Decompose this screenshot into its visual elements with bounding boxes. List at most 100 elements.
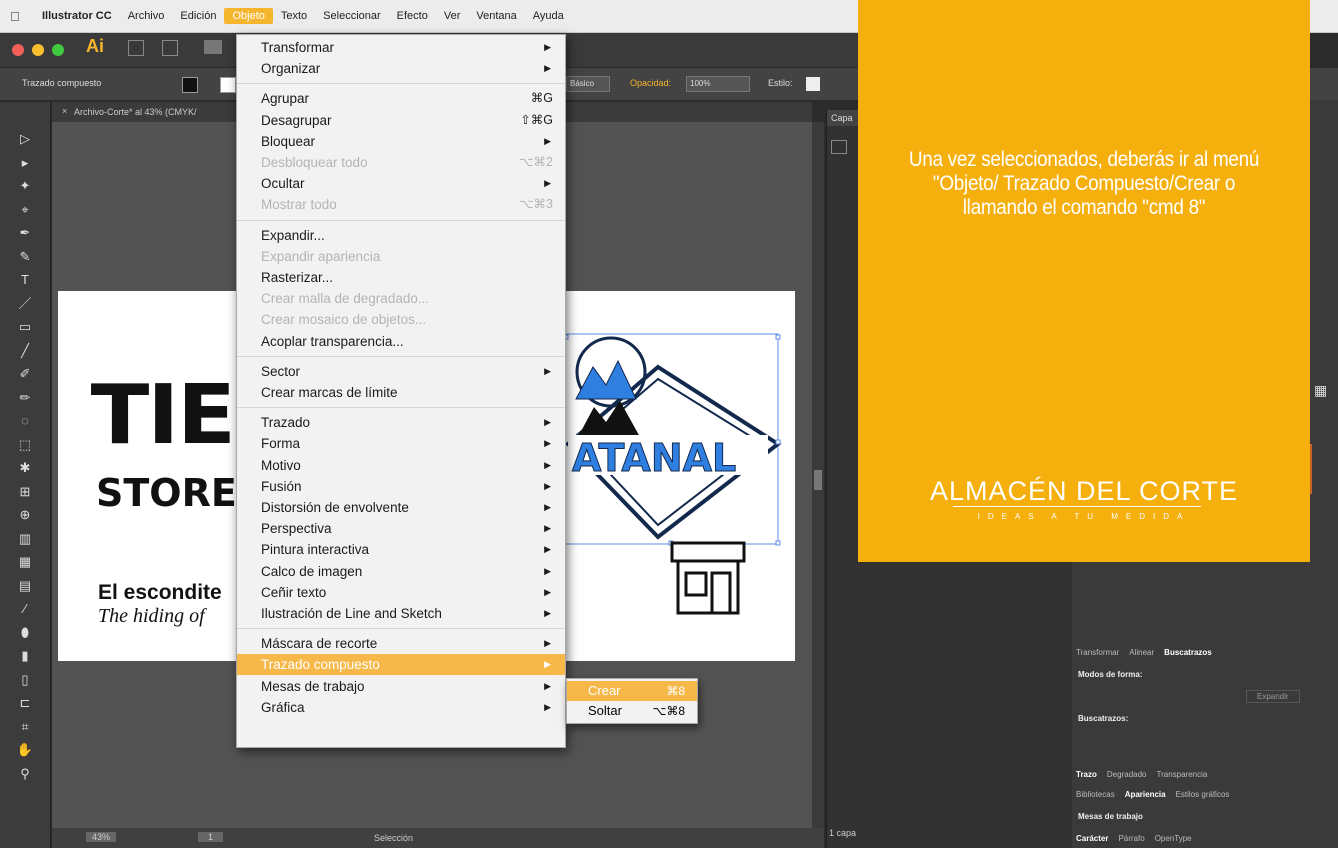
- menu-item-trazado[interactable]: Trazado ▶: [237, 412, 565, 433]
- tool-icon-16[interactable]: ⊕: [14, 506, 36, 524]
- menu-item-perspectiva[interactable]: Perspectiva ▶: [237, 518, 565, 539]
- submenu-item-crear[interactable]: Crear ⌘8: [567, 681, 697, 701]
- tool-icon-3[interactable]: ⌖: [14, 201, 36, 219]
- menubar-item-edición[interactable]: Edición: [172, 8, 224, 24]
- tool-icon-14[interactable]: ✱: [14, 459, 36, 477]
- tool-icon-2[interactable]: ✦: [14, 177, 36, 195]
- tool-icon-9[interactable]: ╱: [14, 342, 36, 360]
- menu-item-ocultar[interactable]: Ocultar ▶: [237, 173, 565, 194]
- panel-tab-transformar[interactable]: Transformar: [1076, 648, 1119, 657]
- menu-item-calco-de-imagen[interactable]: Calco de imagen ▶: [237, 561, 565, 582]
- menu-item-organizar[interactable]: Organizar ▶: [237, 58, 565, 79]
- menu-item-pintura-interactiva[interactable]: Pintura interactiva ▶: [237, 539, 565, 560]
- tool-icon-0[interactable]: ▷: [14, 130, 36, 148]
- menu-item-expandir[interactable]: Expandir...: [237, 225, 565, 246]
- panel-tab-opentype[interactable]: OpenType: [1155, 834, 1192, 843]
- menubar-item-illustrator-cc[interactable]: Illustrator CC: [34, 8, 120, 24]
- tool-icon-26[interactable]: ✋: [14, 741, 36, 759]
- artboards-panel-label[interactable]: Mesas de trabajo: [1078, 812, 1143, 821]
- tool-icon-18[interactable]: ▦: [14, 553, 36, 571]
- panel-tab-párrafo[interactable]: Párrafo: [1118, 834, 1144, 843]
- stock-icon[interactable]: [162, 40, 178, 56]
- menu-item-crear-marcas-de-límite[interactable]: Crear marcas de límite: [237, 382, 565, 403]
- minimize-window-icon[interactable]: [32, 44, 44, 56]
- style-preset-dropdown[interactable]: Básico: [566, 76, 610, 92]
- menubar-item-ventana[interactable]: Ventana: [468, 8, 524, 24]
- fill-swatch[interactable]: [182, 77, 198, 93]
- menubar-item-archivo[interactable]: Archivo: [120, 8, 173, 24]
- close-tab-icon[interactable]: ×: [62, 106, 67, 116]
- menu-item-acoplar-transparencia[interactable]: Acoplar transparencia...: [237, 331, 565, 352]
- menu-item-agrupar[interactable]: Agrupar ⌘G: [237, 88, 565, 109]
- menubar-item-seleccionar[interactable]: Seleccionar: [315, 8, 388, 24]
- opacity-input[interactable]: 100%: [686, 76, 750, 92]
- zoom-window-icon[interactable]: [52, 44, 64, 56]
- menu-item-motivo[interactable]: Motivo ▶: [237, 455, 565, 476]
- menu-item-mesas-de-trabajo[interactable]: Mesas de trabajo ▶: [237, 676, 565, 697]
- panel-tab-buscatrazos[interactable]: Buscatrazos: [1164, 648, 1212, 657]
- graphic-style-swatch[interactable]: [806, 77, 820, 91]
- tool-icon-17[interactable]: ▥: [14, 530, 36, 548]
- grid-view-icon[interactable]: ▦: [1314, 382, 1327, 399]
- menu-item-rasterizar[interactable]: Rasterizar...: [237, 267, 565, 288]
- menu-item-distorsión-de-envolvente[interactable]: Distorsión de envolvente ▶: [237, 497, 565, 518]
- panel-tab-transparencia[interactable]: Transparencia: [1157, 770, 1208, 779]
- menu-item-gráfica[interactable]: Gráfica ▶: [237, 697, 565, 718]
- menu-item-máscara-de-recorte[interactable]: Máscara de recorte ▶: [237, 633, 565, 654]
- tool-icon-13[interactable]: ⬚: [14, 436, 36, 454]
- arrange-documents-icon[interactable]: [204, 40, 222, 54]
- tool-icon-25[interactable]: ⌗: [14, 718, 36, 736]
- menubar-item-texto[interactable]: Texto: [273, 8, 315, 24]
- menu-item-sector[interactable]: Sector ▶: [237, 361, 565, 382]
- expand-button[interactable]: Expandir: [1246, 690, 1300, 703]
- bridge-icon[interactable]: [128, 40, 144, 56]
- document-tab[interactable]: Archivo-Corte* al 43% (CMYK/: [74, 107, 197, 117]
- tool-icon-8[interactable]: ▭: [14, 318, 36, 336]
- panel-tab-apariencia[interactable]: Apariencia: [1125, 790, 1166, 799]
- menu-item-ilustración-de-line-and-sketch[interactable]: Ilustración de Line and Sketch ▶: [237, 603, 565, 624]
- menu-item-trazado-compuesto[interactable]: Trazado compuesto ▶: [237, 654, 565, 676]
- menu-item-ceñir-texto[interactable]: Ceñir texto ▶: [237, 582, 565, 603]
- tool-icon-6[interactable]: T: [14, 271, 36, 289]
- menubar-item-ver[interactable]: Ver: [436, 8, 469, 24]
- tool-icon-15[interactable]: ⊞: [14, 483, 36, 501]
- tool-icon-7[interactable]: ／: [14, 295, 36, 313]
- menu-item-desagrupar[interactable]: Desagrupar ⇧⌘G: [237, 110, 565, 131]
- stroke-swatch[interactable]: [220, 77, 236, 93]
- tool-icon-27[interactable]: ⚲: [14, 765, 36, 783]
- menu-item-fusión[interactable]: Fusión ▶: [237, 476, 565, 497]
- artboard-number[interactable]: 1: [198, 832, 224, 842]
- tool-icon-4[interactable]: ✒: [14, 224, 36, 242]
- menu-item-transformar[interactable]: Transformar ▶: [237, 37, 565, 58]
- menu-item-forma[interactable]: Forma ▶: [237, 433, 565, 454]
- tool-icon-11[interactable]: ✏: [14, 389, 36, 407]
- tool-icon-12[interactable]: ◌: [14, 412, 36, 430]
- tool-icon-10[interactable]: ✐: [14, 365, 36, 383]
- menubar-item-objeto[interactable]: Objeto: [224, 8, 273, 24]
- close-window-icon[interactable]: [12, 44, 24, 56]
- menu-item-bloquear[interactable]: Bloquear ▶: [237, 131, 565, 152]
- apple-icon[interactable]: : [10, 9, 24, 24]
- tool-icon-20[interactable]: ⁄: [14, 600, 36, 618]
- panel-tab-carácter[interactable]: Carácter: [1076, 834, 1108, 843]
- scrollbar-thumb[interactable]: [814, 470, 822, 490]
- tool-icon-22[interactable]: ▮: [14, 647, 36, 665]
- panel-tab-alinear[interactable]: Alinear: [1129, 648, 1154, 657]
- menubar-item-ayuda[interactable]: Ayuda: [525, 8, 572, 24]
- store-logo-graphic[interactable]: ATANAL: [548, 327, 798, 547]
- panel-tab-trazo[interactable]: Trazo: [1076, 770, 1097, 779]
- panel-tab-bibliotecas[interactable]: Bibliotecas: [1076, 790, 1115, 799]
- visibility-eye-icon[interactable]: [831, 140, 847, 154]
- panel-tab-estilos-gráficos[interactable]: Estilos gráficos: [1176, 790, 1230, 799]
- submenu-item-soltar[interactable]: Soltar ⌥⌘8: [567, 701, 697, 721]
- tool-icon-5[interactable]: ✎: [14, 248, 36, 266]
- tool-icon-21[interactable]: ⬮: [14, 624, 36, 642]
- zoom-level[interactable]: 43%: [86, 832, 117, 842]
- artboard-store-text: STORE: [96, 471, 237, 515]
- menubar-item-efecto[interactable]: Efecto: [389, 8, 436, 24]
- tool-icon-1[interactable]: ▸: [14, 154, 36, 172]
- tool-icon-23[interactable]: ▯: [14, 671, 36, 689]
- tool-icon-24[interactable]: ⊏: [14, 694, 36, 712]
- panel-tab-degradado[interactable]: Degradado: [1107, 770, 1147, 779]
- tool-icon-19[interactable]: ▤: [14, 577, 36, 595]
